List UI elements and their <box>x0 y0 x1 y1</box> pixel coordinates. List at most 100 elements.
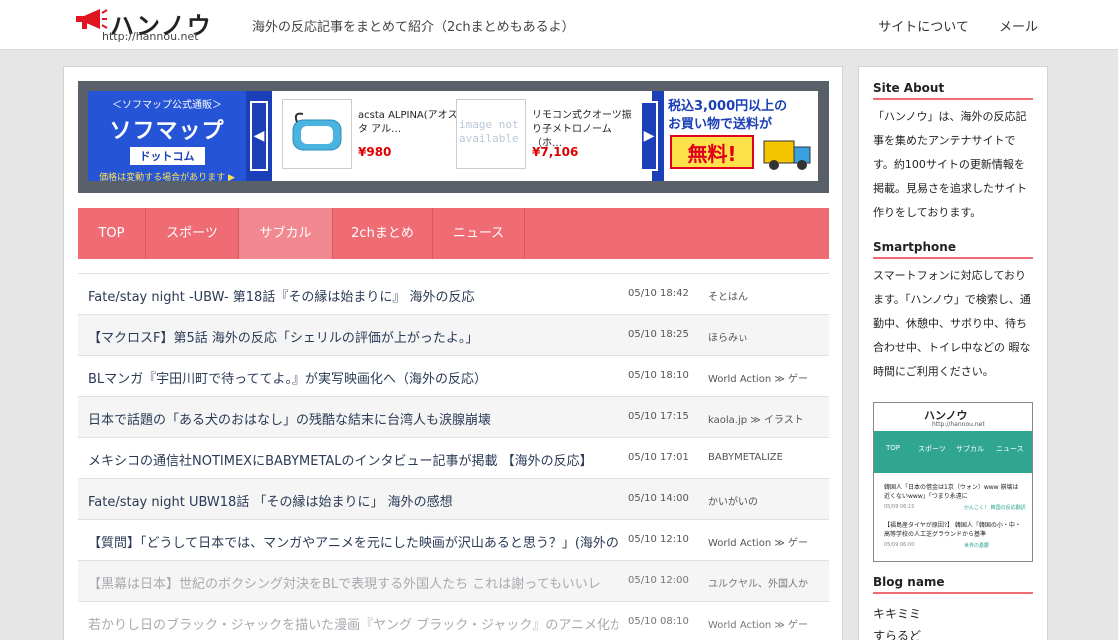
promo-line-1: 税込3,000円以上の <box>668 99 788 114</box>
article-row[interactable]: Fate/stay night UBW18話 「その縁は始まりに」 海外の感想 … <box>78 478 829 519</box>
sidebar-smartphone-heading: Smartphone <box>873 240 1033 259</box>
article-date: 05/10 12:10 <box>628 534 689 545</box>
phone-article-source: 世界の憂鬱 <box>964 543 990 549</box>
phone-nav: TOP スポーツ サブカル ニュース <box>874 431 1032 465</box>
article-title[interactable]: Fate/stay night -UBW- 第18話『その縁は始まりに』 海外の… <box>88 286 618 305</box>
site-header: ハンノウ http://hannou.net 海外の反応記事をまとめて紹介（2c… <box>0 0 1118 50</box>
article-title[interactable]: 【マクロスF】第5話 海外の反応「シェリルの評価が上がったよ。」 <box>88 327 618 346</box>
ad-brand-main: ソフマップ <box>109 119 225 144</box>
product-thumbnail-icon <box>292 112 342 151</box>
tab-sports[interactable]: スポーツ <box>146 208 239 259</box>
blog-link[interactable]: キキミミ <box>873 605 921 622</box>
sidebar-about-heading: Site About <box>873 81 1033 100</box>
truck-icon <box>763 140 811 170</box>
article-title[interactable]: 日本で話題の「ある犬のおはなし」の残酷な結末に台湾人も涙腺崩壊 <box>88 409 618 428</box>
article-row[interactable]: 若かりし日のブラック・ジャックを描いた漫画『ヤング ブラック・ジャック』のアニメ… <box>78 601 829 640</box>
phone-article-row: 【福島産タイヤが原因?】 韓国人「韓国の小・中・高等学校の人工芝グラウンドから基… <box>874 515 1032 551</box>
article-row[interactable]: 日本で話題の「ある犬のおはなし」の残酷な結末に台湾人も涙腺崩壊 05/10 17… <box>78 396 829 437</box>
tab-news[interactable]: ニュース <box>433 208 525 259</box>
article-source[interactable]: BABYMETALIZE <box>708 452 808 463</box>
article-row[interactable]: Fate/stay night -UBW- 第18話『その縁は始まりに』 海外の… <box>78 273 829 314</box>
main-content: ＜ソフマップ公式通販＞ ソフマップ ドットコム 価格は変動する場合があります ▶… <box>63 66 843 640</box>
article-title[interactable]: 【質問】「どうして日本では、マンガやアニメを元にした映画が沢山あると思う？」(海… <box>88 532 618 551</box>
product-name: acsta ALPINA(アオスタ アル… <box>358 110 458 135</box>
phone-nav-item: TOP <box>886 444 901 452</box>
article-date: 05/10 18:42 <box>628 288 689 299</box>
category-nav: TOP スポーツ サブカル 2chまとめ ニュース <box>78 208 829 259</box>
phone-divider <box>874 465 1032 473</box>
article-source[interactable]: World Action ≫ ゲー <box>708 370 808 385</box>
article-date: 05/10 14:00 <box>628 493 689 504</box>
article-row[interactable]: メキシコの通信社NOTIMEXにBABYMETALのインタビュー記事が掲載 【海… <box>78 437 829 478</box>
ad-inner: ＜ソフマップ公式通販＞ ソフマップ ドットコム 価格は変動する場合があります ▶… <box>88 91 818 183</box>
phone-article-title: 韓国人「日本の借金は1京（ウォン）www 崩壊は近くないwww」「つまり永遠に <box>884 484 1019 500</box>
smartphone-preview[interactable]: ハンノウ http://hannou.net TOP スポーツ サブカル ニュー… <box>873 402 1033 562</box>
phone-article-date: 05/09 06:00 <box>884 542 915 548</box>
article-source[interactable]: かいがいの <box>708 493 808 508</box>
phone-article-row: 韓国人「日本の借金は1京（ウォン）www 崩壊は近くないwww」「つまり永遠に … <box>874 477 1032 513</box>
article-source[interactable]: ほらみぃ <box>708 329 808 344</box>
site-logo[interactable]: ハンノウ http://hannou.net <box>74 6 214 46</box>
tab-top[interactable]: TOP <box>78 208 146 259</box>
ad-brand-note: 価格は変動する場合があります ▶ <box>99 173 235 183</box>
promo-free-badge: 無料! <box>670 135 754 169</box>
nav-link-about[interactable]: サイトについて <box>878 20 969 35</box>
product-image <box>282 99 352 169</box>
header-nav: サイトについて メール <box>852 16 1038 35</box>
article-row[interactable]: 【マクロスF】第5話 海外の反応「シェリルの評価が上がったよ。」 05/10 1… <box>78 314 829 355</box>
nav-link-mail[interactable]: メール <box>999 20 1038 35</box>
article-date: 05/10 18:10 <box>628 370 689 381</box>
article-date: 05/10 08:10 <box>628 616 689 627</box>
article-source[interactable]: World Action ≫ ゲー <box>708 534 808 549</box>
megaphone-icon <box>76 9 108 29</box>
ad-products: acsta ALPINA(アオスタ アル… ¥980 image not ava… <box>272 91 652 181</box>
ad-brand[interactable]: ＜ソフマップ公式通販＞ ソフマップ ドットコム 価格は変動する場合があります ▶ <box>88 91 246 183</box>
ad-next-arrow[interactable]: ▶ <box>640 101 658 171</box>
site-tagline: 海外の反応記事をまとめて紹介（2chまとめもあるよ） <box>252 20 575 35</box>
phone-article-title: 【福島産タイヤが原因?】 韓国人「韓国の小・中・高等学校の人工芝グラウンドから基… <box>884 522 1021 538</box>
tab-2ch-matome[interactable]: 2chまとめ <box>333 208 433 259</box>
logo-url: http://hannou.net <box>102 30 199 43</box>
sidebar-smartphone-text: スマートフォンに対応しております。「ハンノウ」で検索し、通勤中、休憩中、サボり中… <box>873 269 1031 378</box>
ad-brand-top: ＜ソフマップ公式通販＞ <box>112 100 222 111</box>
product-price: ¥980 <box>358 145 392 159</box>
article-date: 05/10 12:00 <box>628 575 689 586</box>
article-row[interactable]: 【黒幕は日本】世紀のボクシング対決をBLで表現する外国人たち これは謝ってもいい… <box>78 560 829 601</box>
article-date: 05/10 18:25 <box>628 329 689 340</box>
article-source[interactable]: ユルクヤル、外国人か <box>708 575 808 590</box>
article-source[interactable]: kaola.jp ≫ イラスト <box>708 411 808 426</box>
ad-brand-sub: ドットコム <box>129 147 205 165</box>
tab-subculture[interactable]: サブカル <box>239 208 333 259</box>
article-row[interactable]: BLマンガ『宇田川町で待っててよ。』が実写映画化へ（海外の反応） 05/10 1… <box>78 355 829 396</box>
article-list: Fate/stay night -UBW- 第18話『その縁は始まりに』 海外の… <box>78 273 829 640</box>
sidebar-about-text: 「ハンノウ」は、海外の反応記事を集めたアンテナサイトです。約100サイトの更新情… <box>873 110 1027 219</box>
article-date: 05/10 17:01 <box>628 452 689 463</box>
product-image: image not available <box>456 99 526 169</box>
article-title[interactable]: Fate/stay night UBW18話 「その縁は始まりに」 海外の感想 <box>88 491 618 510</box>
ad-promo[interactable]: 税込3,000円以上の お買い物で送料が 無料! <box>664 91 818 181</box>
ad-prev-arrow[interactable]: ◀ <box>250 101 268 171</box>
article-title[interactable]: 【黒幕は日本】世紀のボクシング対決をBLで表現する外国人たち これは謝ってもいい… <box>88 573 618 592</box>
sidebar-blog-heading: Blog name <box>873 575 1033 594</box>
article-date: 05/10 17:15 <box>628 411 689 422</box>
article-source[interactable]: World Action ≫ ゲー <box>708 616 808 631</box>
ad-banner[interactable]: ＜ソフマップ公式通販＞ ソフマップ ドットコム 価格は変動する場合があります ▶… <box>78 81 829 193</box>
phone-article-date: 05/09 06:15 <box>884 504 915 510</box>
blog-link[interactable]: すらるど <box>873 627 921 640</box>
article-title[interactable]: BLマンガ『宇田川町で待っててよ。』が実写映画化へ（海外の反応） <box>88 368 618 387</box>
article-title[interactable]: 若かりし日のブラック・ジャックを描いた漫画『ヤング ブラック・ジャック』のアニメ… <box>88 614 618 633</box>
no-image-text: image not available <box>459 118 519 145</box>
article-source[interactable]: そとはん <box>708 288 808 303</box>
phone-nav-item: サブカル <box>956 445 984 453</box>
ad-product[interactable]: acsta ALPINA(アオスタ アル… ¥980 <box>282 99 462 173</box>
ad-product[interactable]: image not available リモコン式クオーツ振り子メトロノーム（ホ… <box>456 99 646 173</box>
phone-nav-item: スポーツ <box>918 445 946 453</box>
sidebar: Site About 「ハンノウ」は、海外の反応記事を集めたアンテナサイトです。… <box>858 66 1048 640</box>
phone-url: http://hannou.net <box>932 421 985 428</box>
promo-line-2: お買い物で送料が <box>668 117 773 132</box>
article-title[interactable]: メキシコの通信社NOTIMEXにBABYMETALのインタビュー記事が掲載 【海… <box>88 450 618 469</box>
phone-article-source: かんこく！ 韓国の反応翻訳 <box>964 505 1026 511</box>
article-row[interactable]: 【質問】「どうして日本では、マンガやアニメを元にした映画が沢山あると思う？」(海… <box>78 519 829 560</box>
product-price: ¥7,106 <box>532 145 579 159</box>
phone-nav-item: ニュース <box>996 445 1024 453</box>
